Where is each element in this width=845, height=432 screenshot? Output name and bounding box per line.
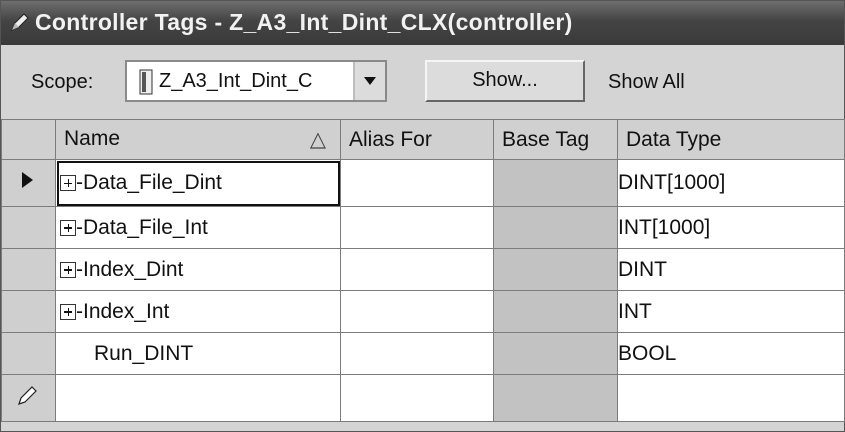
expand-icon[interactable] bbox=[60, 219, 76, 236]
table-row[interactable]: -Data_File_Int INT[1000] bbox=[1, 206, 845, 249]
tag-name-cell[interactable]: Run_DINT bbox=[55, 332, 341, 375]
alias-for-cell[interactable] bbox=[340, 332, 494, 375]
alias-for-cell[interactable] bbox=[340, 206, 494, 249]
data-type-cell[interactable]: INT[1000] bbox=[617, 206, 845, 249]
data-type-cell[interactable]: BOOL bbox=[617, 332, 845, 375]
data-type-cell[interactable] bbox=[617, 374, 845, 422]
chevron-down-icon bbox=[364, 77, 376, 85]
scope-dropdown-button[interactable] bbox=[353, 62, 385, 100]
data-type-cell[interactable]: DINT[1000] bbox=[617, 159, 845, 207]
window-title: Controller Tags - Z_A3_Int_Dint_CLX(cont… bbox=[35, 9, 573, 35]
row-header[interactable] bbox=[1, 206, 56, 249]
sort-ascending-icon: △ bbox=[309, 128, 326, 151]
column-header-alias-for[interactable]: Alias For bbox=[340, 119, 494, 160]
controller-tags-window: Controller Tags - Z_A3_Int_Dint_CLX(cont… bbox=[0, 0, 845, 432]
tags-table: Name △ Alias For Base Tag Data Type -Dat… bbox=[1, 119, 845, 422]
base-tag-cell bbox=[493, 206, 618, 249]
tag-name-cell[interactable]: -Index_Dint bbox=[55, 248, 341, 291]
column-header-name[interactable]: Name △ bbox=[55, 119, 341, 160]
pencil-icon bbox=[18, 386, 37, 405]
row-header-current[interactable] bbox=[1, 159, 56, 207]
table-header-row: Name △ Alias For Base Tag Data Type bbox=[1, 119, 845, 160]
base-tag-cell bbox=[493, 332, 618, 375]
column-header-base-tag[interactable]: Base Tag bbox=[493, 119, 618, 160]
row-header[interactable] bbox=[1, 332, 56, 375]
expand-icon[interactable] bbox=[60, 261, 76, 278]
table-row[interactable]: -Index_Dint DINT bbox=[1, 248, 845, 291]
alias-for-cell[interactable] bbox=[340, 290, 494, 333]
header-corner bbox=[1, 119, 56, 160]
column-header-data-type[interactable]: Data Type bbox=[617, 119, 845, 160]
current-row-arrow-icon bbox=[22, 172, 33, 188]
base-tag-cell bbox=[493, 248, 618, 291]
base-tag-cell bbox=[493, 374, 618, 422]
scope-value: Z_A3_Int_Dint_C bbox=[159, 70, 313, 92]
expand-icon[interactable] bbox=[60, 303, 76, 320]
show-button[interactable]: Show... bbox=[425, 60, 585, 102]
row-header[interactable] bbox=[1, 248, 56, 291]
alias-for-cell[interactable] bbox=[340, 374, 494, 422]
new-tag-row[interactable] bbox=[1, 374, 845, 422]
tag-name-cell[interactable]: -Data_File_Int bbox=[55, 206, 341, 249]
pencil-icon bbox=[9, 11, 31, 38]
table-row[interactable]: -Index_Int INT bbox=[1, 290, 845, 333]
new-tag-name-cell[interactable] bbox=[55, 374, 341, 422]
title-bar: Controller Tags - Z_A3_Int_Dint_CLX(cont… bbox=[1, 1, 844, 45]
alias-for-cell[interactable] bbox=[340, 159, 494, 207]
table-row[interactable]: -Data_File_Dint DINT[1000] bbox=[1, 159, 845, 207]
table-row[interactable]: Run_DINT BOOL bbox=[1, 332, 845, 375]
scope-toolbar: Scope: Z_A3_Int_Dint_C Show... Show All bbox=[1, 45, 844, 120]
scope-dropdown[interactable]: Z_A3_Int_Dint_C bbox=[125, 60, 387, 102]
new-row-header[interactable] bbox=[1, 374, 56, 422]
row-header[interactable] bbox=[1, 290, 56, 333]
base-tag-cell bbox=[493, 159, 618, 207]
scope-label: Scope: bbox=[31, 71, 94, 93]
alias-for-cell[interactable] bbox=[340, 248, 494, 291]
data-type-cell[interactable]: DINT bbox=[617, 248, 845, 291]
controller-icon bbox=[139, 69, 153, 100]
tag-name-cell[interactable]: -Index_Int bbox=[55, 290, 341, 333]
show-filter-label: Show All bbox=[608, 71, 685, 93]
tag-name-cell[interactable]: -Data_File_Dint bbox=[55, 159, 341, 207]
data-type-cell[interactable]: INT bbox=[617, 290, 845, 333]
expand-icon[interactable] bbox=[60, 175, 76, 191]
base-tag-cell bbox=[493, 290, 618, 333]
